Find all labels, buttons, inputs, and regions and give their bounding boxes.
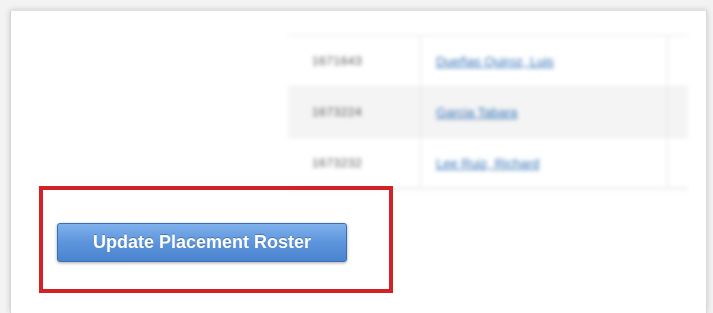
update-placement-roster-button[interactable]: Update Placement Roster	[57, 223, 347, 262]
column-divider	[667, 36, 668, 188]
placement-roster-table: 1671643 Dueñas Quiroz, Luis 1673224 Garc…	[288, 35, 688, 189]
table-row: 1671643 Dueñas Quiroz, Luis	[288, 36, 688, 87]
student-id-cell: 1673224	[312, 105, 363, 119]
student-name-link[interactable]: Garcia Tabara	[436, 105, 517, 120]
table-row: 1673224 Garcia Tabara	[288, 87, 688, 138]
column-divider	[420, 36, 421, 188]
student-name-link[interactable]: Dueñas Quiroz, Luis	[436, 54, 554, 69]
table-row: 1673232 Lee Ruiz, Richard	[288, 138, 688, 188]
student-id-cell: 1671643	[312, 54, 363, 68]
student-name-link[interactable]: Lee Ruiz, Richard	[436, 156, 539, 171]
student-id-cell: 1673232	[312, 156, 363, 170]
